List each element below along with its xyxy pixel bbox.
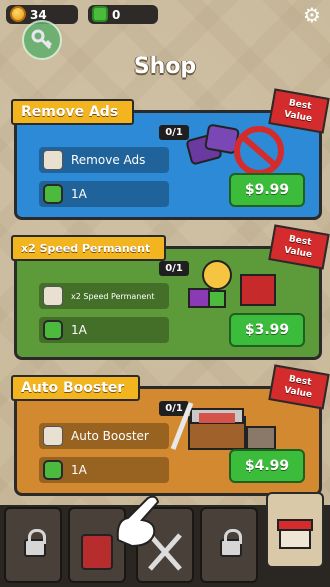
buy-button[interactable]: $3.99 [229, 313, 305, 347]
remove-ads-card: Remove Ads 0/1 Remove Ads 1A $9.99 Best … [11, 88, 330, 220]
nav-locked-1[interactable] [4, 507, 62, 583]
gem-counter: 0 [88, 5, 158, 24]
cost-label: 1A [71, 187, 87, 201]
shop-icon [277, 519, 313, 549]
lock-icon [220, 529, 242, 557]
nav-shop[interactable] [266, 492, 324, 568]
buy-button[interactable]: $4.99 [229, 449, 305, 483]
item-row: Auto Booster [39, 423, 169, 449]
item-label: Remove Ads [71, 153, 146, 167]
gem-icon [43, 460, 63, 480]
gift-art [188, 260, 276, 308]
remove-ads-art [186, 124, 284, 176]
item-row: Remove Ads [39, 147, 169, 173]
chest-art [170, 402, 276, 450]
gem-icon [92, 6, 108, 22]
auto-booster-card: Auto Booster 0/1 Auto Booster 1A $4.99 B… [11, 364, 330, 496]
page-title: Shop [133, 54, 197, 79]
no-ads-icon [43, 150, 63, 170]
booster-icon [43, 426, 63, 446]
gem-icon [43, 184, 63, 204]
lock-icon [24, 529, 46, 557]
card-title: x2 Speed Permanent [11, 235, 167, 261]
gem-icon [43, 320, 63, 340]
hand-cursor-icon [116, 495, 160, 548]
gem-count: 0 [112, 7, 121, 22]
card-title: Remove Ads [11, 99, 135, 125]
cost-row: 1A [39, 317, 169, 343]
item-label: x2 Speed Permanent [71, 291, 155, 301]
nav-locked-2[interactable] [200, 507, 258, 583]
cost-row: 1A [39, 457, 169, 483]
speed-card: x2 Speed Permanent 0/1 x2 Speed Permanen… [11, 224, 330, 360]
card-title: Auto Booster [11, 375, 141, 401]
buy-button[interactable]: $9.99 [229, 173, 305, 207]
cost-label: 1A [71, 323, 87, 337]
speed-icon [43, 286, 63, 306]
gear-icon[interactable]: ⚙ [302, 5, 322, 25]
item-label: Auto Booster [71, 429, 149, 443]
cost-label: 1A [71, 463, 87, 477]
coin-icon [10, 6, 26, 22]
item-row: x2 Speed Permanent [39, 283, 169, 309]
cost-row: 1A [39, 181, 169, 207]
